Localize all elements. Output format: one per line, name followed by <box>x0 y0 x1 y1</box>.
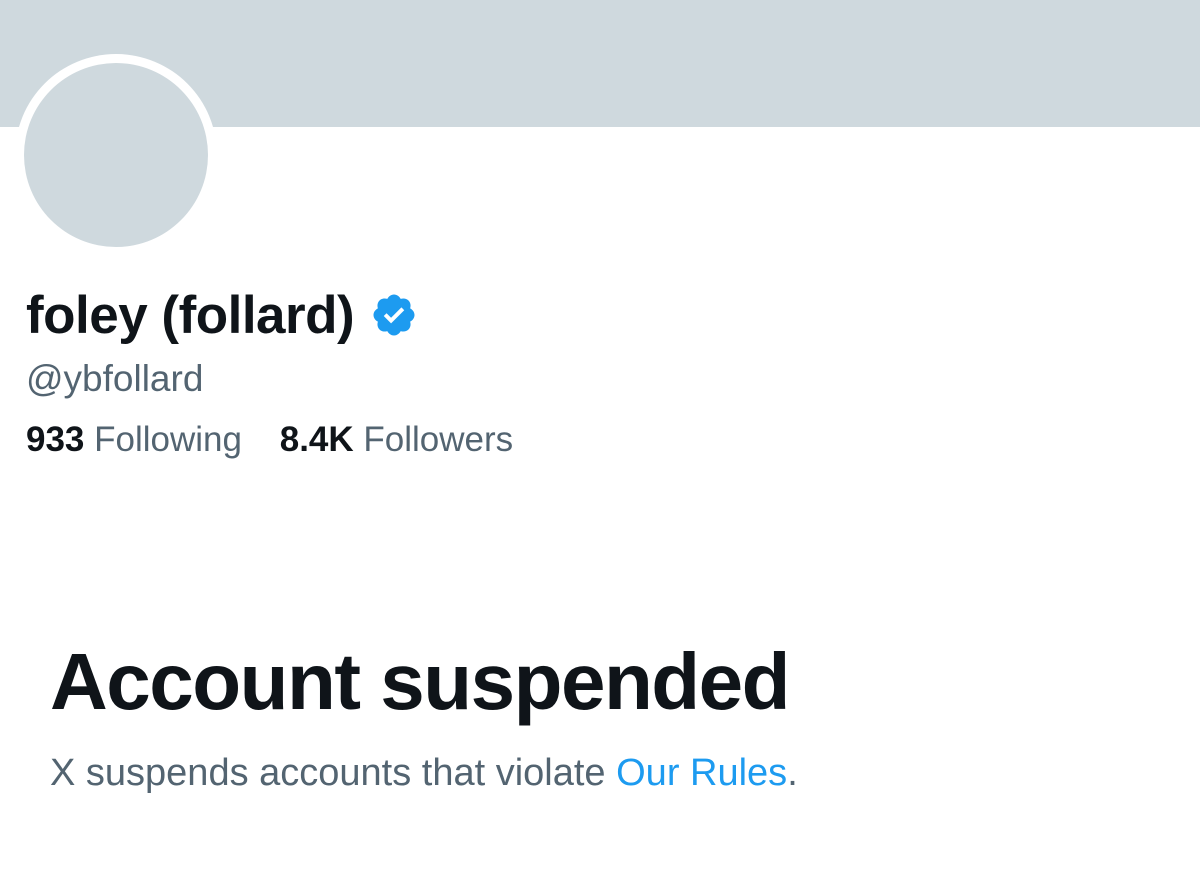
followers-label: Followers <box>363 420 514 459</box>
following-count: 933 <box>26 420 85 459</box>
suspension-message: X suspends accounts that violate Our Rul… <box>50 752 798 795</box>
verified-badge-icon[interactable] <box>370 291 418 339</box>
suspension-message-period: . <box>787 752 798 794</box>
following-stat[interactable]: 933 Following <box>26 420 242 460</box>
following-label: Following <box>94 420 242 459</box>
suspension-title: Account suspended <box>50 637 791 726</box>
followers-stat[interactable]: 8.4K Followers <box>280 420 513 460</box>
profile-handle: @ybfollard <box>26 358 204 399</box>
profile-stats: 933 Following 8.4K Followers <box>26 420 541 460</box>
our-rules-link[interactable]: Our Rules <box>616 752 787 794</box>
avatar[interactable] <box>24 63 208 247</box>
followers-count: 8.4K <box>279 420 354 459</box>
suspension-message-text: X suspends accounts that violate <box>50 752 617 794</box>
profile-page: foley (follard) @ybfollard 933 Following… <box>0 0 1200 891</box>
display-name: foley (follard) <box>26 285 355 345</box>
profile-name-row: foley (follard) <box>26 280 418 350</box>
